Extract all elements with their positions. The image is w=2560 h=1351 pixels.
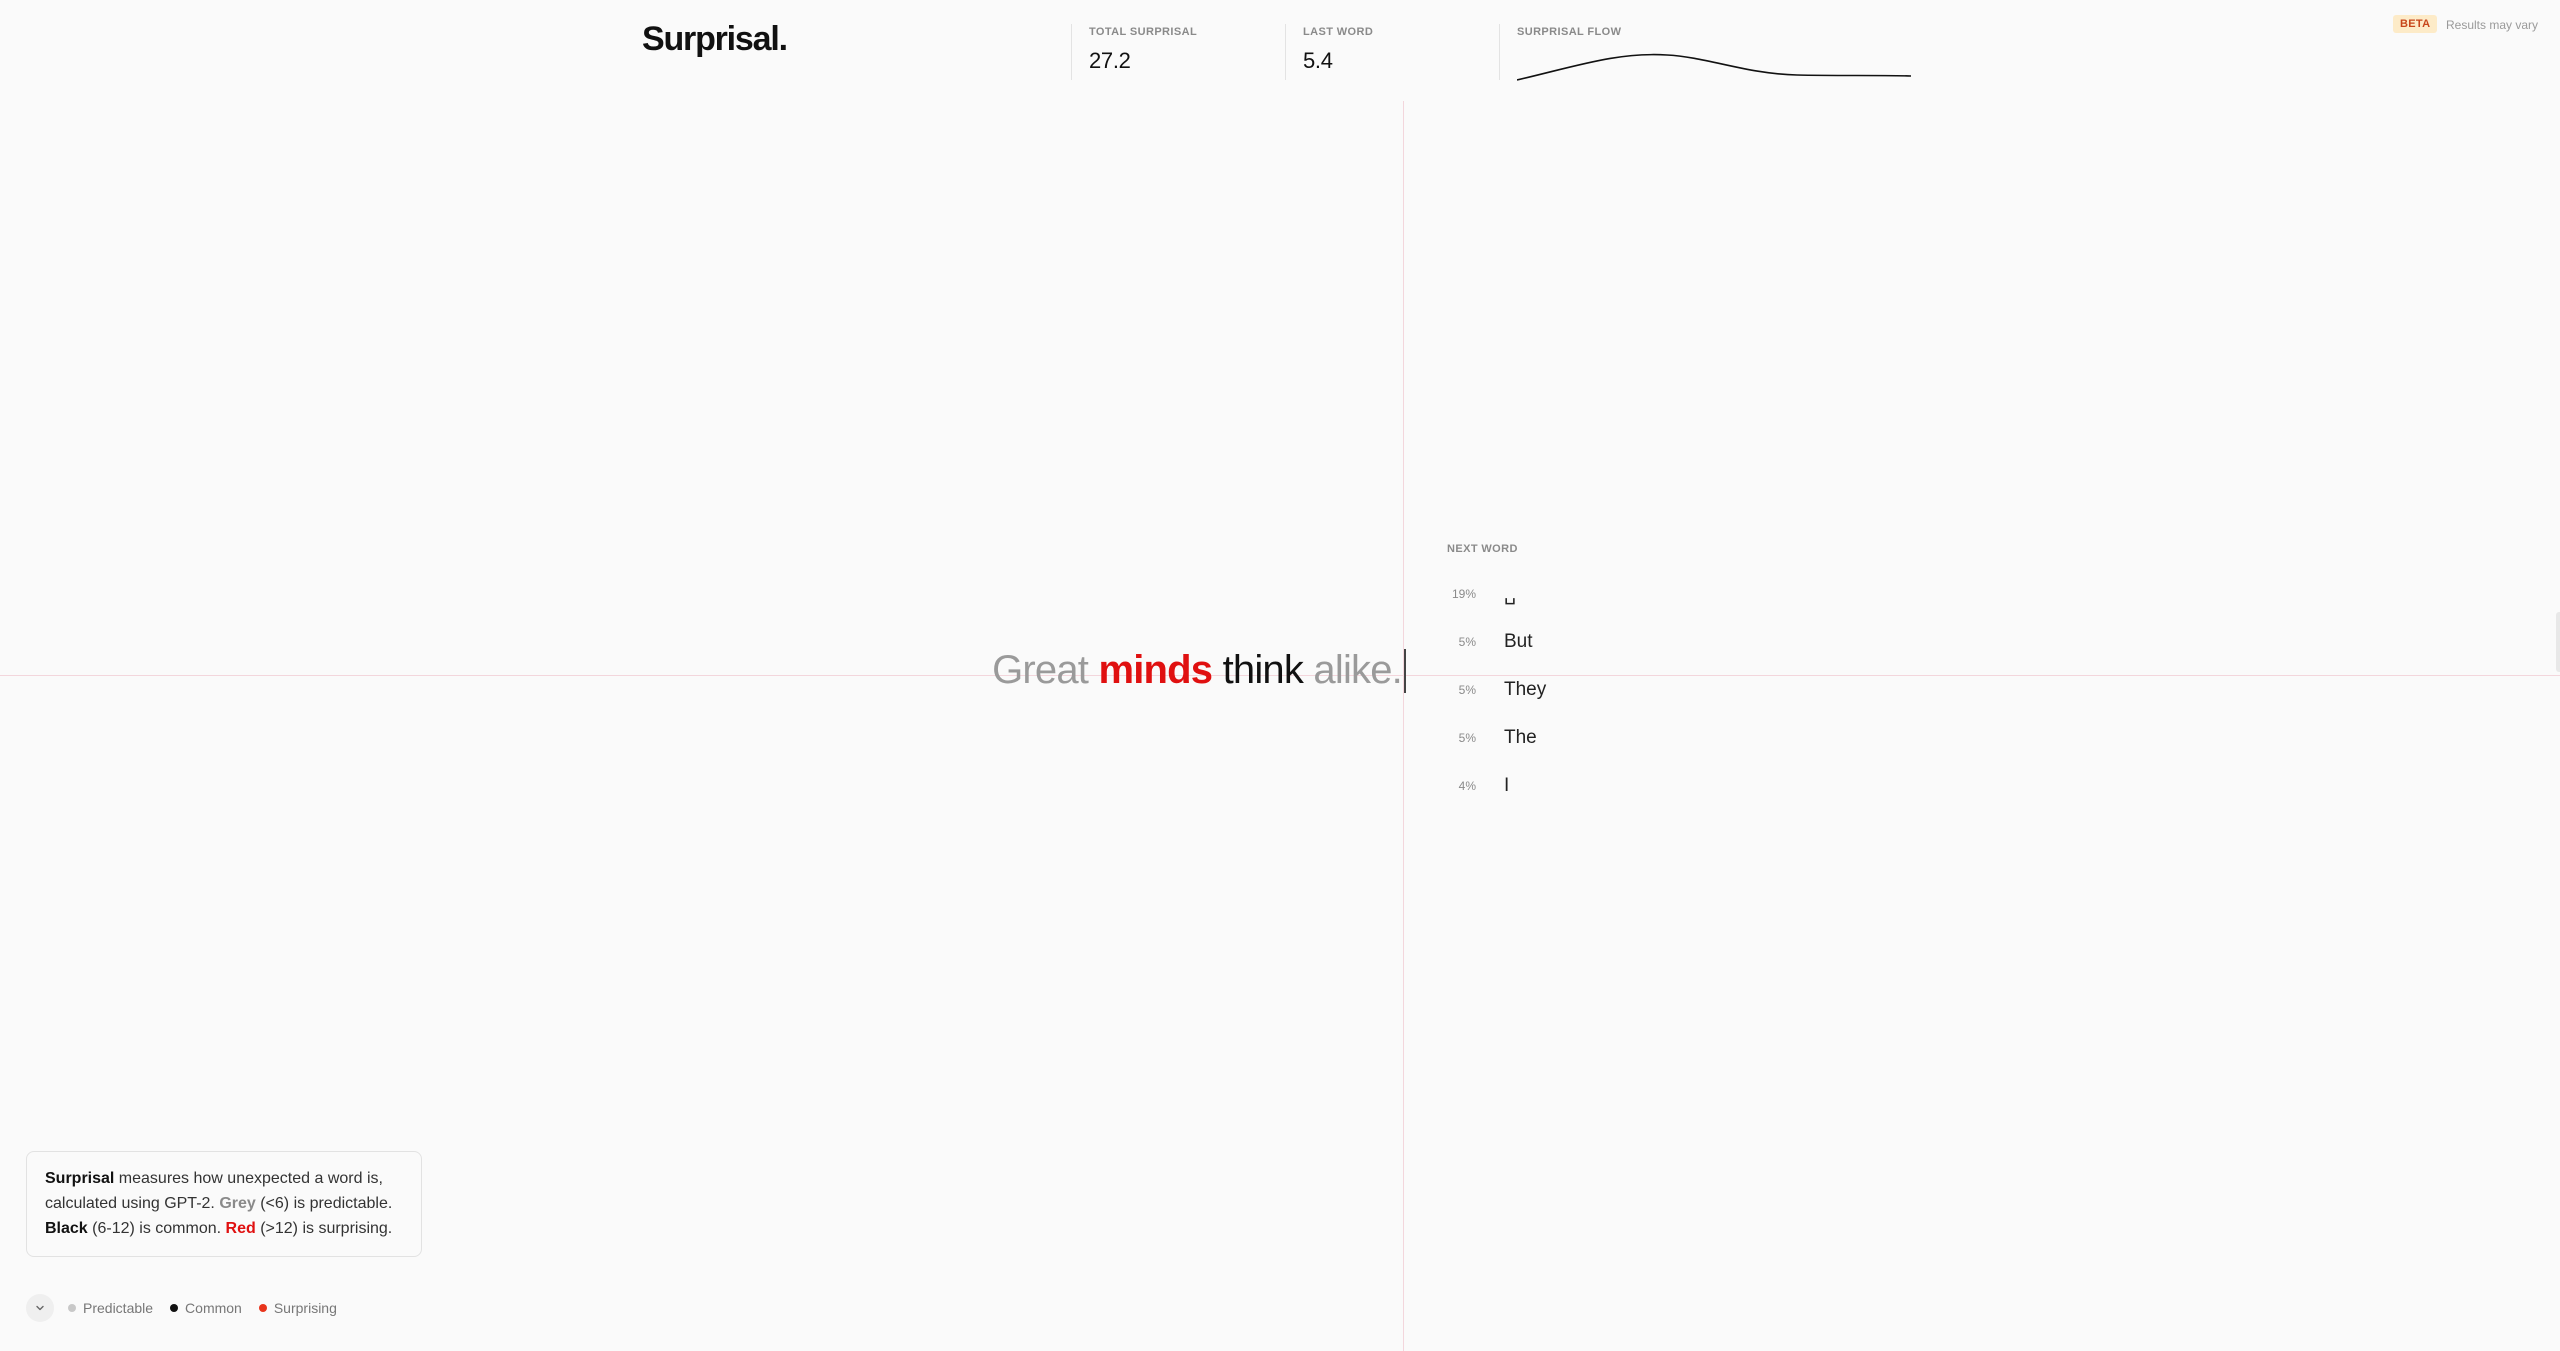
stat-value: 5.4 (1303, 48, 1333, 73)
stat-label: TOTAL SURPRISAL (1089, 26, 1198, 38)
stat-total-surprisal: TOTAL SURPRISAL 27.2 (1071, 24, 1285, 80)
beta-badge: BETA (2393, 15, 2438, 33)
next-word-text: They (1504, 679, 1547, 700)
info-grey-label: Grey (219, 1195, 256, 1212)
info-text: (<6) is predictable. (255, 1195, 393, 1212)
legend-item-common: Common (170, 1300, 242, 1316)
next-word-text: The (1504, 727, 1537, 748)
next-word-probability: 5% (1458, 635, 1476, 649)
info-red-label: Red (225, 1220, 256, 1237)
vertical-guide-line (1403, 101, 1404, 1351)
beta-note: Results may vary (2446, 18, 2539, 32)
stat-label: LAST WORD (1303, 26, 1374, 38)
legend-label: Surprising (273, 1300, 337, 1316)
word-token[interactable]: Great (992, 648, 1089, 692)
word-token[interactable]: alike. (1313, 648, 1402, 692)
sentence-editor[interactable]: Great minds think alike. (992, 645, 1406, 695)
chevron-down-icon (36, 1305, 44, 1311)
next-word-probability: 19% (1451, 587, 1476, 601)
next-word-option[interactable]: 4% I (1440, 767, 1740, 807)
app-logo: Surprisal. (642, 20, 788, 58)
stat-surprisal-flow: SURPRISAL FLOW (1499, 24, 1937, 81)
legend-dot-icon (68, 1304, 76, 1312)
sparkline-path (1517, 53, 1912, 81)
surprisal-flow-sparkline (1517, 53, 1912, 81)
legend-item-surprising: Surprising (258, 1300, 337, 1316)
word-token[interactable]: minds (1098, 648, 1213, 692)
info-black-label: Black (45, 1220, 88, 1237)
next-word-text: But (1504, 631, 1533, 652)
legend-dot-icon (258, 1304, 267, 1312)
next-word-option[interactable]: 5% They (1440, 671, 1740, 711)
stat-value: 27.2 (1089, 48, 1131, 73)
next-word-option[interactable]: 5% But (1440, 623, 1740, 663)
next-word-probability: 5% (1458, 731, 1476, 745)
info-text: (>12) is surprising. (255, 1220, 393, 1237)
info-term: Surprisal (45, 1170, 115, 1187)
legend-label: Common (185, 1300, 242, 1316)
next-word-text: I (1504, 775, 1510, 796)
next-word-probability: 5% (1458, 683, 1476, 697)
next-word-title: NEXT WORD (1447, 543, 1518, 555)
word-token[interactable]: think (1223, 648, 1304, 692)
next-word-text: ␣ (1504, 584, 1517, 605)
stat-label: SURPRISAL FLOW (1517, 26, 1622, 38)
info-card: Surprisal measures how unexpected a word… (26, 1151, 422, 1257)
next-word-probability: 4% (1458, 779, 1476, 793)
next-word-option[interactable]: 19% ␣ (1440, 575, 1740, 615)
legend-dot-icon (170, 1304, 179, 1312)
next-word-option[interactable]: 5% The (1440, 719, 1740, 759)
stat-last-word: LAST WORD 5.4 (1285, 24, 1499, 80)
legend: Predictable Common Surprising (26, 1294, 354, 1322)
side-panel-handle[interactable] (2556, 612, 2560, 672)
app-root: Surprisal. TOTAL SURPRISAL 27.2 LAST WOR… (0, 0, 2560, 1351)
collapse-info-button[interactable] (26, 1294, 54, 1322)
info-text: (6-12) is common. (87, 1220, 226, 1237)
text-caret (1404, 649, 1406, 693)
legend-label: Predictable (83, 1300, 154, 1316)
legend-item-predictable: Predictable (68, 1300, 153, 1316)
